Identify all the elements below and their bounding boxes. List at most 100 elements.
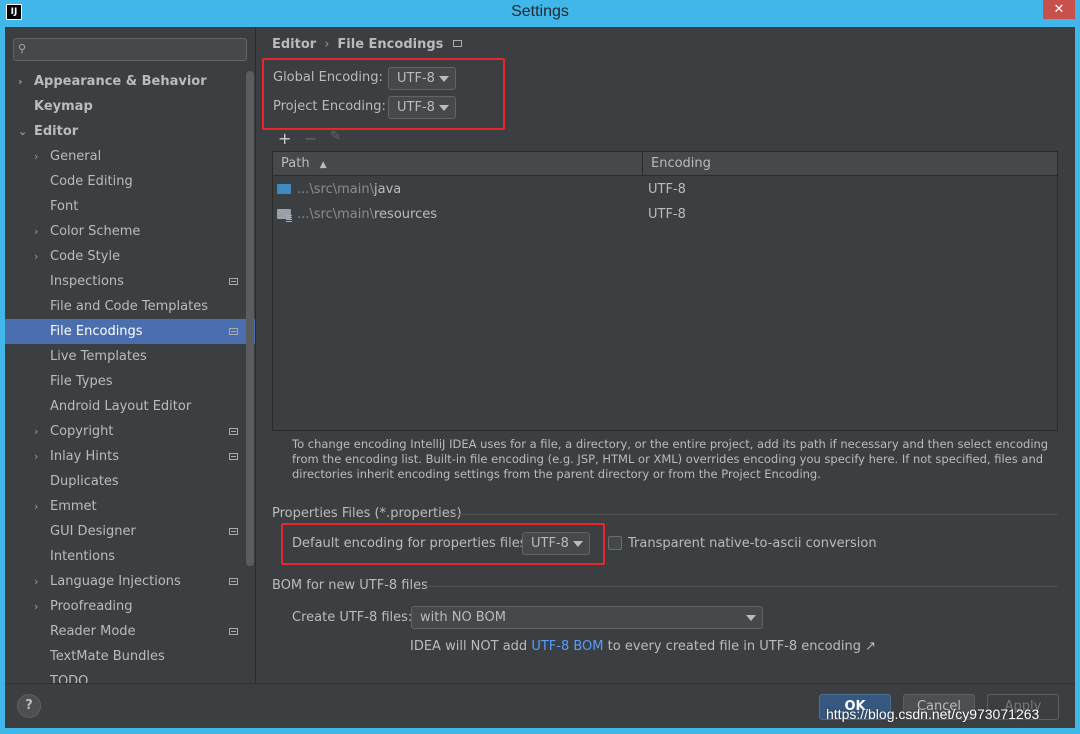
sidebar-item-duplicates[interactable]: Duplicates [5,469,255,494]
breadcrumb-current: File Encodings [337,37,444,52]
column-header-path[interactable]: Path ▲ [273,152,642,176]
breadcrumb: Editor › File Encodings [272,37,463,52]
row-encoding[interactable]: UTF-8 [648,177,686,202]
settings-main-panel: Editor › File Encodings Global Encoding: U… [255,27,1075,683]
sidebar-item-copyright[interactable]: › Copyright [5,419,255,444]
column-header-encoding[interactable]: Encoding [642,152,1057,176]
project-scope-icon [229,428,238,435]
sidebar-item-color-scheme[interactable]: › Color Scheme [5,219,255,244]
sidebar-item-label: TextMate Bundles [50,649,165,664]
remove-icon[interactable]: − [304,129,317,148]
sidebar-item-proofreading[interactable]: › Proofreading [5,594,255,619]
chevron-right-icon[interactable]: › [34,244,38,269]
sidebar-item-android-layout-editor[interactable]: Android Layout Editor [5,394,255,419]
bom-option-value: with NO BOM [420,610,506,625]
sidebar-item-appearance-behavior[interactable]: › Appearance & Behavior [5,69,255,94]
table-row[interactable]: ...\src\main\java UTF-8 [273,177,1057,202]
settings-sidebar: ⚲ › Appearance & Behavior Keymap ⌄ Editor › Ge… [5,27,255,683]
sidebar-item-inlay-hints[interactable]: › Inlay Hints [5,444,255,469]
sidebar-item-label: Copyright [50,424,114,439]
settings-search-input[interactable]: ⚲ [13,38,247,61]
sidebar-item-inspections[interactable]: Inspections [5,269,255,294]
breadcrumb-parent[interactable]: Editor [272,37,316,52]
chevron-right-icon[interactable]: › [34,494,38,519]
search-icon: ⚲ [18,42,27,55]
section-divider [446,514,1058,515]
sidebar-item-general[interactable]: › General [5,144,255,169]
sidebar-item-label: File Encodings [50,324,143,339]
chevron-right-icon[interactable]: › [34,219,38,244]
chevron-down-icon[interactable]: ⌄ [18,119,27,144]
sidebar-item-keymap[interactable]: Keymap [5,94,255,119]
sort-ascending-icon: ▲ [319,160,327,170]
sidebar-item-editor[interactable]: ⌄ Editor [5,119,255,144]
sidebar-item-intentions[interactable]: Intentions [5,544,255,569]
create-utf8-label: Create UTF-8 files: [292,610,413,625]
chevron-right-icon[interactable]: › [34,144,38,169]
bom-section-title: BOM for new UTF-8 files [272,578,428,593]
window-frame-bottom [0,728,1080,734]
sidebar-item-file-and-code-templates[interactable]: File and Code Templates [5,294,255,319]
sidebar-item-label: Proofreading [50,599,133,614]
bom-option-select[interactable]: with NO BOM [411,606,763,629]
chevron-right-icon[interactable]: › [18,69,23,94]
sidebar-item-live-templates[interactable]: Live Templates [5,344,255,369]
chevron-right-icon[interactable]: › [34,444,38,469]
watermark: https://blog.csdn.net/cy973071263 [826,706,1040,722]
transparent-conversion-checkbox[interactable] [608,536,622,550]
sidebar-item-file-encodings[interactable]: File Encodings [5,319,255,344]
sidebar-item-label: Language Injections [50,574,181,589]
chevron-right-icon[interactable]: › [34,594,38,619]
help-button[interactable]: ? [17,694,41,718]
transparent-conversion-label[interactable]: Transparent native-to-ascii conversion [628,536,877,551]
sidebar-scrollbar[interactable] [246,71,254,566]
help-text: To change encoding IntelliJ IDEA uses fo… [292,437,1049,481]
resources-folder-icon [277,209,292,222]
sidebar-item-label: Duplicates [50,474,119,489]
sidebar-item-file-types[interactable]: File Types [5,369,255,394]
window-frame-right [1075,27,1080,734]
chevron-right-icon[interactable]: › [34,569,38,594]
settings-tree: › Appearance & Behavior Keymap ⌄ Editor › Gene… [5,69,255,683]
project-scope-icon [229,578,238,585]
sidebar-item-language-injections[interactable]: › Language Injections [5,569,255,594]
sidebar-item-label: TODO [50,674,89,683]
sidebar-item-label: Color Scheme [50,224,141,239]
section-divider [422,586,1058,587]
project-scope-icon [229,328,238,335]
sidebar-item-label: File and Code Templates [50,299,208,314]
bom-note: IDEA will NOT add UTF-8 BOM to every cre… [410,639,876,654]
breadcrumb-separator: › [324,37,330,52]
path-encoding-table: Path ▲ Encoding ...\src\main\java UTF-8 … [272,151,1058,431]
row-encoding[interactable]: UTF-8 [648,202,686,227]
project-scope-icon [229,628,238,635]
sidebar-item-todo[interactable]: TODO [5,669,255,683]
chevron-right-icon[interactable]: › [34,419,38,444]
sidebar-item-label: Emmet [50,499,97,514]
project-scope-icon [229,453,238,460]
edit-icon[interactable]: ✎ [330,129,341,144]
chevron-down-icon [746,615,756,621]
close-window-button[interactable]: ✕ [1043,0,1075,19]
sidebar-item-label: Keymap [34,99,93,114]
sidebar-item-font[interactable]: Font [5,194,255,219]
highlight-box-encodings [262,58,505,130]
add-icon[interactable]: + [278,129,291,148]
sidebar-item-label: Inspections [50,274,124,289]
sidebar-item-label: GUI Designer [50,524,136,539]
sidebar-item-gui-designer[interactable]: GUI Designer [5,519,255,544]
properties-section-title: Properties Files (*.properties) [272,506,462,521]
sidebar-item-label: Appearance & Behavior [34,74,207,89]
highlight-box-properties [281,523,605,565]
project-scope-icon [229,278,238,285]
sidebar-item-emmet[interactable]: › Emmet [5,494,255,519]
table-row[interactable]: ...\src\main\resources UTF-8 [273,202,1057,227]
table-header: Path ▲ Encoding [273,152,1057,176]
utf8-bom-link[interactable]: UTF-8 BOM [531,639,603,654]
sidebar-item-code-style[interactable]: › Code Style [5,244,255,269]
sidebar-item-code-editing[interactable]: Code Editing [5,169,255,194]
sidebar-item-label: Intentions [50,549,116,564]
sidebar-item-textmate-bundles[interactable]: TextMate Bundles [5,644,255,669]
project-scope-icon [229,528,238,535]
sidebar-item-reader-mode[interactable]: Reader Mode [5,619,255,644]
